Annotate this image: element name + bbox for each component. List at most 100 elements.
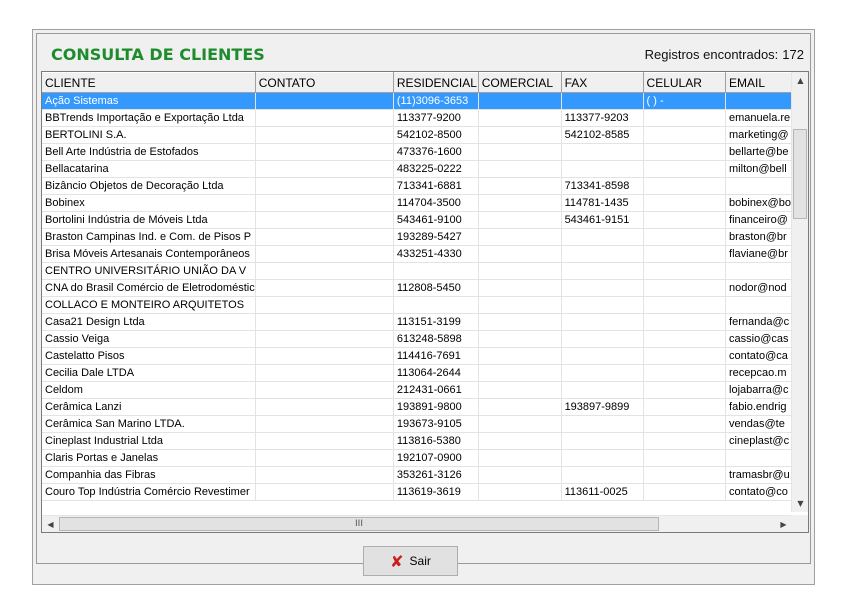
cell-comercial[interactable] (478, 92, 562, 110)
cell-contato[interactable] (255, 92, 394, 110)
cell-contato[interactable] (255, 313, 394, 331)
cell-email[interactable]: vendas@te (725, 415, 792, 433)
cell-fax[interactable]: 113377-9203 (561, 109, 644, 127)
cell-comercial[interactable] (478, 245, 562, 263)
horizontal-scrollbar[interactable]: ◀ III ▶ (42, 515, 792, 532)
cell-comercial[interactable] (478, 466, 562, 484)
cell-residencial[interactable]: 613248-5898 (393, 330, 479, 348)
cell-comercial[interactable] (478, 330, 562, 348)
cell-celular[interactable] (643, 177, 727, 195)
column-header-cliente[interactable]: CLIENTE (42, 72, 256, 93)
table-row[interactable]: Braston Campinas Ind. e Com. de Pisos P 1… (42, 228, 792, 246)
cell-celular[interactable] (643, 364, 727, 382)
cell-email[interactable]: fernanda@c (725, 313, 792, 331)
table-row[interactable]: Cecilia Dale LTDA 113064-2644 recepcao.m (42, 364, 792, 382)
table-row[interactable]: Cineplast Industrial Ltda 113816-5380 cine… (42, 432, 792, 450)
cell-email[interactable]: nodor@nod (725, 279, 792, 297)
cell-cliente[interactable]: Bobinex (42, 194, 256, 212)
cell-email[interactable]: cassio@cas (725, 330, 792, 348)
cell-residencial[interactable]: 114704-3500 (393, 194, 479, 212)
cell-residencial[interactable]: 542102-8500 (393, 126, 479, 144)
cell-comercial[interactable] (478, 143, 562, 161)
cell-fax[interactable]: 193897-9899 (561, 398, 644, 416)
table-row[interactable]: BERTOLINI S.A. 542102-8500 542102-8585 mark… (42, 126, 792, 144)
table-row[interactable]: Companhia das Fibras 353261-3126 tramasbr@… (42, 466, 792, 484)
table-row[interactable]: COLLACO E MONTEIRO ARQUITETOS (42, 296, 792, 314)
cell-cliente[interactable]: Cassio Veiga (42, 330, 256, 348)
cell-cliente[interactable]: Cerâmica San Marino LTDA. (42, 415, 256, 433)
vertical-scrollbar[interactable]: ▲ ▼ (791, 72, 808, 512)
cell-fax[interactable] (561, 228, 644, 246)
cell-comercial[interactable] (478, 449, 562, 467)
scroll-down-arrow-icon[interactable]: ▼ (792, 495, 808, 512)
cell-contato[interactable] (255, 177, 394, 195)
cell-comercial[interactable] (478, 109, 562, 127)
cell-email[interactable]: bellarte@be (725, 143, 792, 161)
table-row[interactable]: Couro Top Indústria Comércio Revestimer 1… (42, 483, 792, 501)
cell-cliente[interactable]: Brisa Móveis Artesanais Contemporâneos (42, 245, 256, 263)
cell-comercial[interactable] (478, 177, 562, 195)
cell-residencial[interactable]: 193891-9800 (393, 398, 479, 416)
cell-residencial[interactable]: 112808-5450 (393, 279, 479, 297)
cell-residencial[interactable]: 353261-3126 (393, 466, 479, 484)
cell-celular[interactable] (643, 245, 727, 263)
cell-comercial[interactable] (478, 313, 562, 331)
table-row[interactable]: Bortolini Indústria de Móveis Ltda 543461… (42, 211, 792, 229)
cell-contato[interactable] (255, 109, 394, 127)
cell-fax[interactable] (561, 160, 644, 178)
cell-comercial[interactable] (478, 415, 562, 433)
cell-cliente[interactable]: CENTRO UNIVERSITÁRIO UNIÃO DA V (42, 262, 256, 280)
column-header-comercial[interactable]: COMERCIAL (478, 72, 562, 93)
cell-email[interactable]: marketing@ (725, 126, 792, 144)
cell-email[interactable]: tramasbr@u (725, 466, 792, 484)
column-header-residencial[interactable]: RESIDENCIAL (393, 72, 479, 93)
table-row[interactable]: Castelatto Pisos 114416-7691 contato@ca (42, 347, 792, 365)
scroll-right-arrow-icon[interactable]: ▶ (775, 516, 792, 532)
cell-residencial[interactable]: 193289-5427 (393, 228, 479, 246)
cell-celular[interactable] (643, 126, 727, 144)
cell-celular[interactable] (643, 262, 727, 280)
cell-comercial[interactable] (478, 211, 562, 229)
cell-comercial[interactable] (478, 296, 562, 314)
table-row[interactable]: Bellacatarina 483225-0222 milton@bell (42, 160, 792, 178)
cell-cliente[interactable]: Cerâmica Lanzi (42, 398, 256, 416)
cell-residencial[interactable]: 193673-9105 (393, 415, 479, 433)
cell-cliente[interactable]: Cecilia Dale LTDA (42, 364, 256, 382)
cell-celular[interactable] (643, 109, 727, 127)
cell-celular[interactable] (643, 432, 727, 450)
cell-fax[interactable]: 542102-8585 (561, 126, 644, 144)
cell-cliente[interactable]: COLLACO E MONTEIRO ARQUITETOS (42, 296, 256, 314)
cell-fax[interactable] (561, 330, 644, 348)
cell-cliente[interactable]: Claris Portas e Janelas (42, 449, 256, 467)
cell-fax[interactable] (561, 143, 644, 161)
cell-celular[interactable] (643, 313, 727, 331)
cell-cliente[interactable]: Bizâncio Objetos de Decoração Ltda (42, 177, 256, 195)
cell-residencial[interactable]: 113816-5380 (393, 432, 479, 450)
table-row[interactable]: Celdom 212431-0661 lojabarra@c (42, 381, 792, 399)
cell-contato[interactable] (255, 330, 394, 348)
table-row[interactable]: Bell Arte Indústria de Estofados 473376-1… (42, 143, 792, 161)
cell-residencial[interactable]: 433251-4330 (393, 245, 479, 263)
cell-contato[interactable] (255, 381, 394, 399)
cell-residencial[interactable]: 483225-0222 (393, 160, 479, 178)
exit-button[interactable]: ✘ Sair (363, 546, 458, 576)
cell-cliente[interactable]: Bell Arte Indústria de Estofados (42, 143, 256, 161)
cell-cliente[interactable]: CNA do Brasil Comércio de Eletrodoméstic (42, 279, 256, 297)
cell-celular[interactable] (643, 160, 727, 178)
cell-contato[interactable] (255, 262, 394, 280)
table-row[interactable]: Casa21 Design Ltda 113151-3199 fernanda@c (42, 313, 792, 331)
cell-celular[interactable] (643, 449, 727, 467)
cell-celular[interactable] (643, 398, 727, 416)
cell-celular[interactable] (643, 415, 727, 433)
cell-email[interactable]: fabio.endrig (725, 398, 792, 416)
horizontal-scroll-thumb[interactable]: III (59, 517, 659, 531)
cell-residencial[interactable]: 114416-7691 (393, 347, 479, 365)
cell-fax[interactable] (561, 381, 644, 399)
table-row[interactable]: CENTRO UNIVERSITÁRIO UNIÃO DA V (42, 262, 792, 280)
cell-cliente[interactable]: Couro Top Indústria Comércio Revestimer (42, 483, 256, 501)
cell-celular[interactable] (643, 211, 727, 229)
table-row[interactable]: Ação Sistemas (11)3096-3653 ( ) - (42, 92, 792, 110)
cell-celular[interactable] (643, 466, 727, 484)
vertical-scroll-thumb[interactable] (793, 129, 807, 219)
cell-celular[interactable]: ( ) - (643, 92, 727, 110)
